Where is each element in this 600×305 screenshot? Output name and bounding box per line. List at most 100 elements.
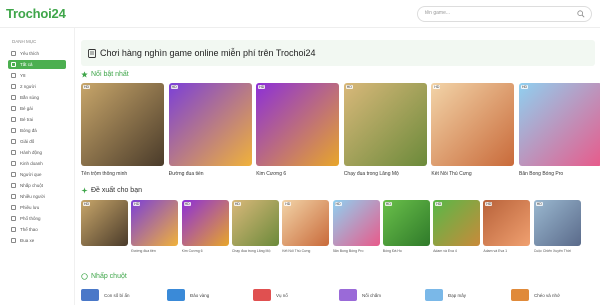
sidebar: DANH MỤC Yêu thích Tất cả Y8 2 người Bắn sún…	[0, 28, 75, 305]
sidebar-item-label: Phổ thông	[20, 216, 41, 221]
sidebar-item-label: Nhấp chuột	[20, 183, 44, 188]
sidebar-item[interactable]: Phiêu lưu	[8, 203, 66, 212]
game-title[interactable]: Tên trộm thông minh	[81, 171, 164, 177]
sidebar-item[interactable]: Nhiều người	[8, 192, 66, 201]
game-tag: HD	[384, 202, 392, 206]
game-title[interactable]: Kim Cương 6	[256, 171, 339, 177]
sidebar-item[interactable]: Bóng đá	[8, 126, 66, 135]
game-title[interactable]: Bóng Đá Ho	[383, 249, 430, 253]
game-title[interactable]: Đường đua tiền	[131, 249, 178, 253]
game-tag: HD	[183, 202, 191, 206]
sidebar-item-label: Bé gái	[20, 106, 33, 111]
game-title[interactable]: Nối chấm	[362, 293, 381, 298]
clicker-game-item[interactable]: Nối chấm	[339, 289, 381, 301]
sidebar-item[interactable]: Đua xe	[8, 236, 66, 245]
game-title[interactable]: Bắn Bong Bóng Pro	[519, 171, 600, 177]
game-title[interactable]: Đảo vàng	[190, 293, 209, 298]
sidebar-item[interactable]: Bắn súng	[8, 93, 66, 102]
category-icon	[11, 238, 16, 243]
game-tag: HD	[345, 85, 353, 89]
sidebar-item[interactable]: Người que	[8, 170, 66, 179]
game-tile[interactable]: HD	[433, 200, 481, 246]
sidebar-item[interactable]: Phổ thông	[8, 214, 66, 223]
sidebar-item-label: Thể thao	[20, 227, 38, 232]
game-title[interactable]: Kim Cương 6	[182, 249, 229, 253]
game-tile[interactable]: HD	[431, 83, 515, 166]
game-tile[interactable]: HD	[181, 200, 229, 246]
game-tile[interactable]: HD	[168, 83, 252, 166]
search-icon[interactable]	[577, 10, 585, 18]
sidebar-item[interactable]: 2 người	[8, 82, 66, 91]
game-title[interactable]: Chéo và nhớ	[534, 293, 560, 298]
sidebar-item[interactable]: Kinh doanh	[8, 159, 66, 168]
game-tile[interactable]: HD	[256, 83, 340, 166]
clicker-game-item[interactable]: Đạp mây	[425, 289, 466, 301]
phone-icon	[88, 49, 96, 58]
game-tile[interactable]: HD	[332, 200, 380, 246]
featured-title-text: Nổi bật nhất	[91, 71, 129, 78]
game-title[interactable]: Cuộc Chiến Xuyên Thời	[534, 249, 581, 253]
sidebar-item[interactable]: Y8	[8, 71, 66, 80]
sidebar-item-label: Bắn súng	[20, 95, 40, 100]
category-icon	[11, 194, 16, 199]
game-tile[interactable]: HD	[519, 83, 600, 166]
game-title[interactable]: Con số bí ẩn	[104, 293, 130, 298]
game-tag: HD	[133, 202, 141, 206]
welcome-banner: Chơi hàng nghìn game online miễn phí trê…	[81, 40, 595, 66]
game-thumbnail[interactable]	[425, 289, 443, 301]
game-tag: HD	[258, 85, 266, 89]
header: Trochoi24 tên game...	[0, 0, 600, 28]
sidebar-item[interactable]: Bé gái	[8, 104, 66, 113]
game-tag: HD	[435, 202, 443, 206]
game-title[interactable]: Chạy đua trong Lăng Mộ	[232, 249, 279, 253]
game-tile[interactable]: HD	[131, 200, 179, 246]
game-tag: HD	[433, 85, 441, 89]
game-thumbnail[interactable]	[339, 289, 357, 301]
game-tile[interactable]: HD	[81, 83, 164, 166]
game-thumbnail[interactable]	[253, 289, 271, 301]
clicker-game-item[interactable]: Chéo và nhớ	[511, 289, 560, 301]
game-title[interactable]: Đạp mây	[448, 293, 466, 298]
category-icon	[11, 205, 16, 210]
clicker-game-item[interactable]: Đảo vàng	[167, 289, 209, 301]
search-box[interactable]: tên game...	[417, 6, 592, 22]
game-tile[interactable]: HD	[81, 200, 128, 246]
sidebar-item[interactable]: Thể thao	[8, 225, 66, 234]
game-title[interactable]: Bắn Bong Bóng Pro	[333, 249, 380, 253]
sidebar-item[interactable]: Nhấp chuột	[8, 181, 66, 190]
game-title[interactable]: Chạy đua trong Lăng Mộ	[344, 171, 427, 177]
game-tile[interactable]: HD	[343, 83, 427, 166]
game-thumbnail[interactable]	[81, 289, 99, 301]
search-input[interactable]: tên game...	[425, 10, 450, 16]
game-tag: HD	[83, 85, 91, 89]
game-thumbnail[interactable]	[511, 289, 529, 301]
game-tag: HD	[233, 202, 241, 206]
game-tile[interactable]: HD	[282, 200, 330, 246]
game-title[interactable]: Adam và Eva 1	[483, 249, 530, 253]
featured-title: Nổi bật nhất	[81, 71, 129, 78]
game-tile[interactable]: HD	[483, 200, 531, 246]
game-tile[interactable]: HD	[533, 200, 581, 246]
game-tag: HD	[521, 85, 529, 89]
site-logo[interactable]: Trochoi24	[6, 6, 66, 21]
game-title[interactable]: Kết Nối Thú Cưng	[431, 171, 514, 177]
game-title[interactable]: Vụ nổ	[276, 293, 288, 298]
banner-text: Chơi hàng nghìn game online miễn phí trê…	[100, 48, 316, 58]
star-icon	[81, 71, 88, 78]
sidebar-item[interactable]: Hành động	[8, 148, 66, 157]
game-thumbnail[interactable]	[167, 289, 185, 301]
game-tile[interactable]: HD	[382, 200, 430, 246]
sidebar-item[interactable]: Bé trai	[8, 115, 66, 124]
sidebar-item[interactable]: Giải đố	[8, 137, 66, 146]
clicker-game-item[interactable]: Vụ nổ	[253, 289, 288, 301]
game-title[interactable]: Adam và Eva 4	[433, 249, 480, 253]
sidebar-item[interactable]: Tất cả	[8, 60, 66, 69]
sidebar-item[interactable]: Yêu thích	[8, 49, 66, 58]
clicker-title-text: Nhấp chuột	[91, 273, 127, 280]
sidebar-item-label: Kinh doanh	[20, 161, 43, 166]
clicker-title: Nhấp chuột	[81, 273, 127, 280]
game-tile[interactable]: HD	[231, 200, 279, 246]
game-title[interactable]: Kết Nối Thú Cưng	[282, 249, 329, 253]
game-title[interactable]: Đường đua tiền	[169, 171, 252, 177]
clicker-game-item[interactable]: Con số bí ẩn	[81, 289, 130, 301]
